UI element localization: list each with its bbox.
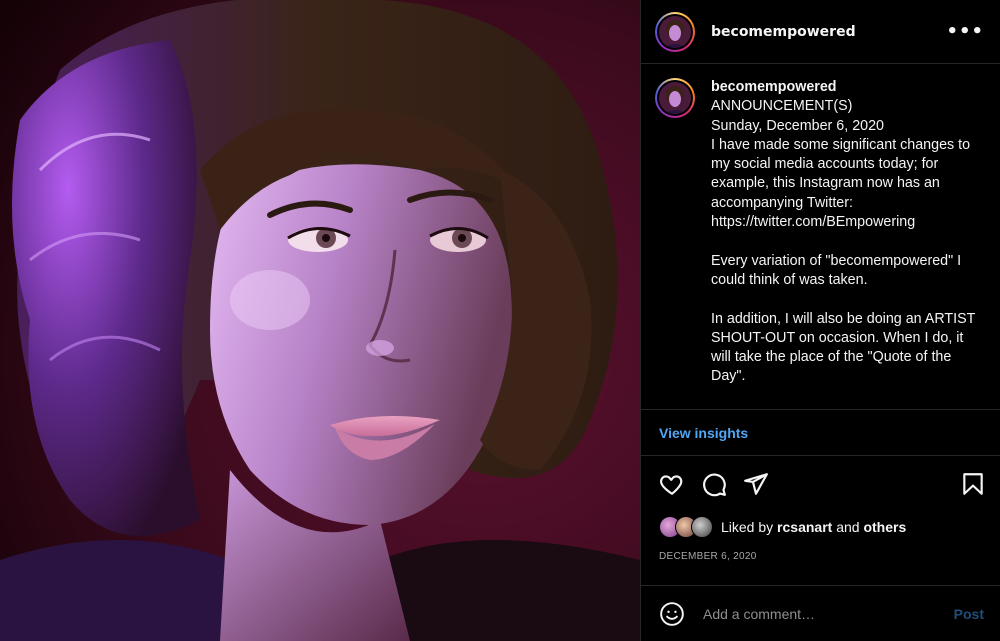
post-header: becomempowered ••• — [641, 0, 1000, 64]
liker-avatar — [691, 516, 713, 538]
liked-by-user[interactable]: rcsanart — [777, 519, 832, 535]
avatar-image — [659, 82, 691, 114]
action-bar — [641, 456, 1000, 512]
emoji-icon[interactable] — [659, 601, 685, 627]
instagram-post-view: becomempowered ••• becomempowered ANNOUN… — [0, 0, 1000, 641]
post-side-panel: becomempowered ••• becomempowered ANNOUN… — [640, 0, 1000, 641]
caption: becomempowered ANNOUNCEMENT(S) Sunday, De… — [711, 78, 984, 409]
paper-plane-icon[interactable] — [743, 471, 769, 497]
post-date[interactable]: DECEMBER 6, 2020 — [641, 551, 1000, 562]
comment-input[interactable] — [701, 604, 954, 623]
liked-by-text: Liked by rcsanart and others — [721, 519, 907, 535]
liker-avatars[interactable] — [659, 516, 713, 538]
comment-bar: Post — [641, 585, 1000, 641]
more-icon[interactable]: ••• — [946, 21, 984, 42]
insights-row: View insights — [641, 410, 1000, 456]
view-insights-link[interactable]: View insights — [659, 425, 748, 441]
avatar[interactable] — [655, 11, 695, 52]
portrait-illustration — [0, 0, 640, 641]
likes-row: Liked by rcsanart and others — [641, 512, 1000, 542]
post-image[interactable] — [0, 0, 640, 641]
caption-avatar[interactable] — [655, 78, 695, 118]
caption-body: ANNOUNCEMENT(S) Sunday, December 6, 2020… — [711, 98, 976, 385]
liked-by-others[interactable]: others — [863, 519, 906, 535]
heart-icon[interactable] — [659, 471, 685, 497]
avatar-image — [659, 15, 691, 48]
username[interactable]: becomempowered — [711, 24, 946, 40]
caption-section: becomempowered ANNOUNCEMENT(S) Sunday, De… — [641, 64, 1000, 410]
caption-username[interactable]: becomempowered — [711, 78, 984, 97]
comment-icon[interactable] — [701, 471, 727, 497]
bookmark-icon[interactable] — [960, 471, 986, 497]
post-comment-button[interactable]: Post — [954, 606, 984, 622]
